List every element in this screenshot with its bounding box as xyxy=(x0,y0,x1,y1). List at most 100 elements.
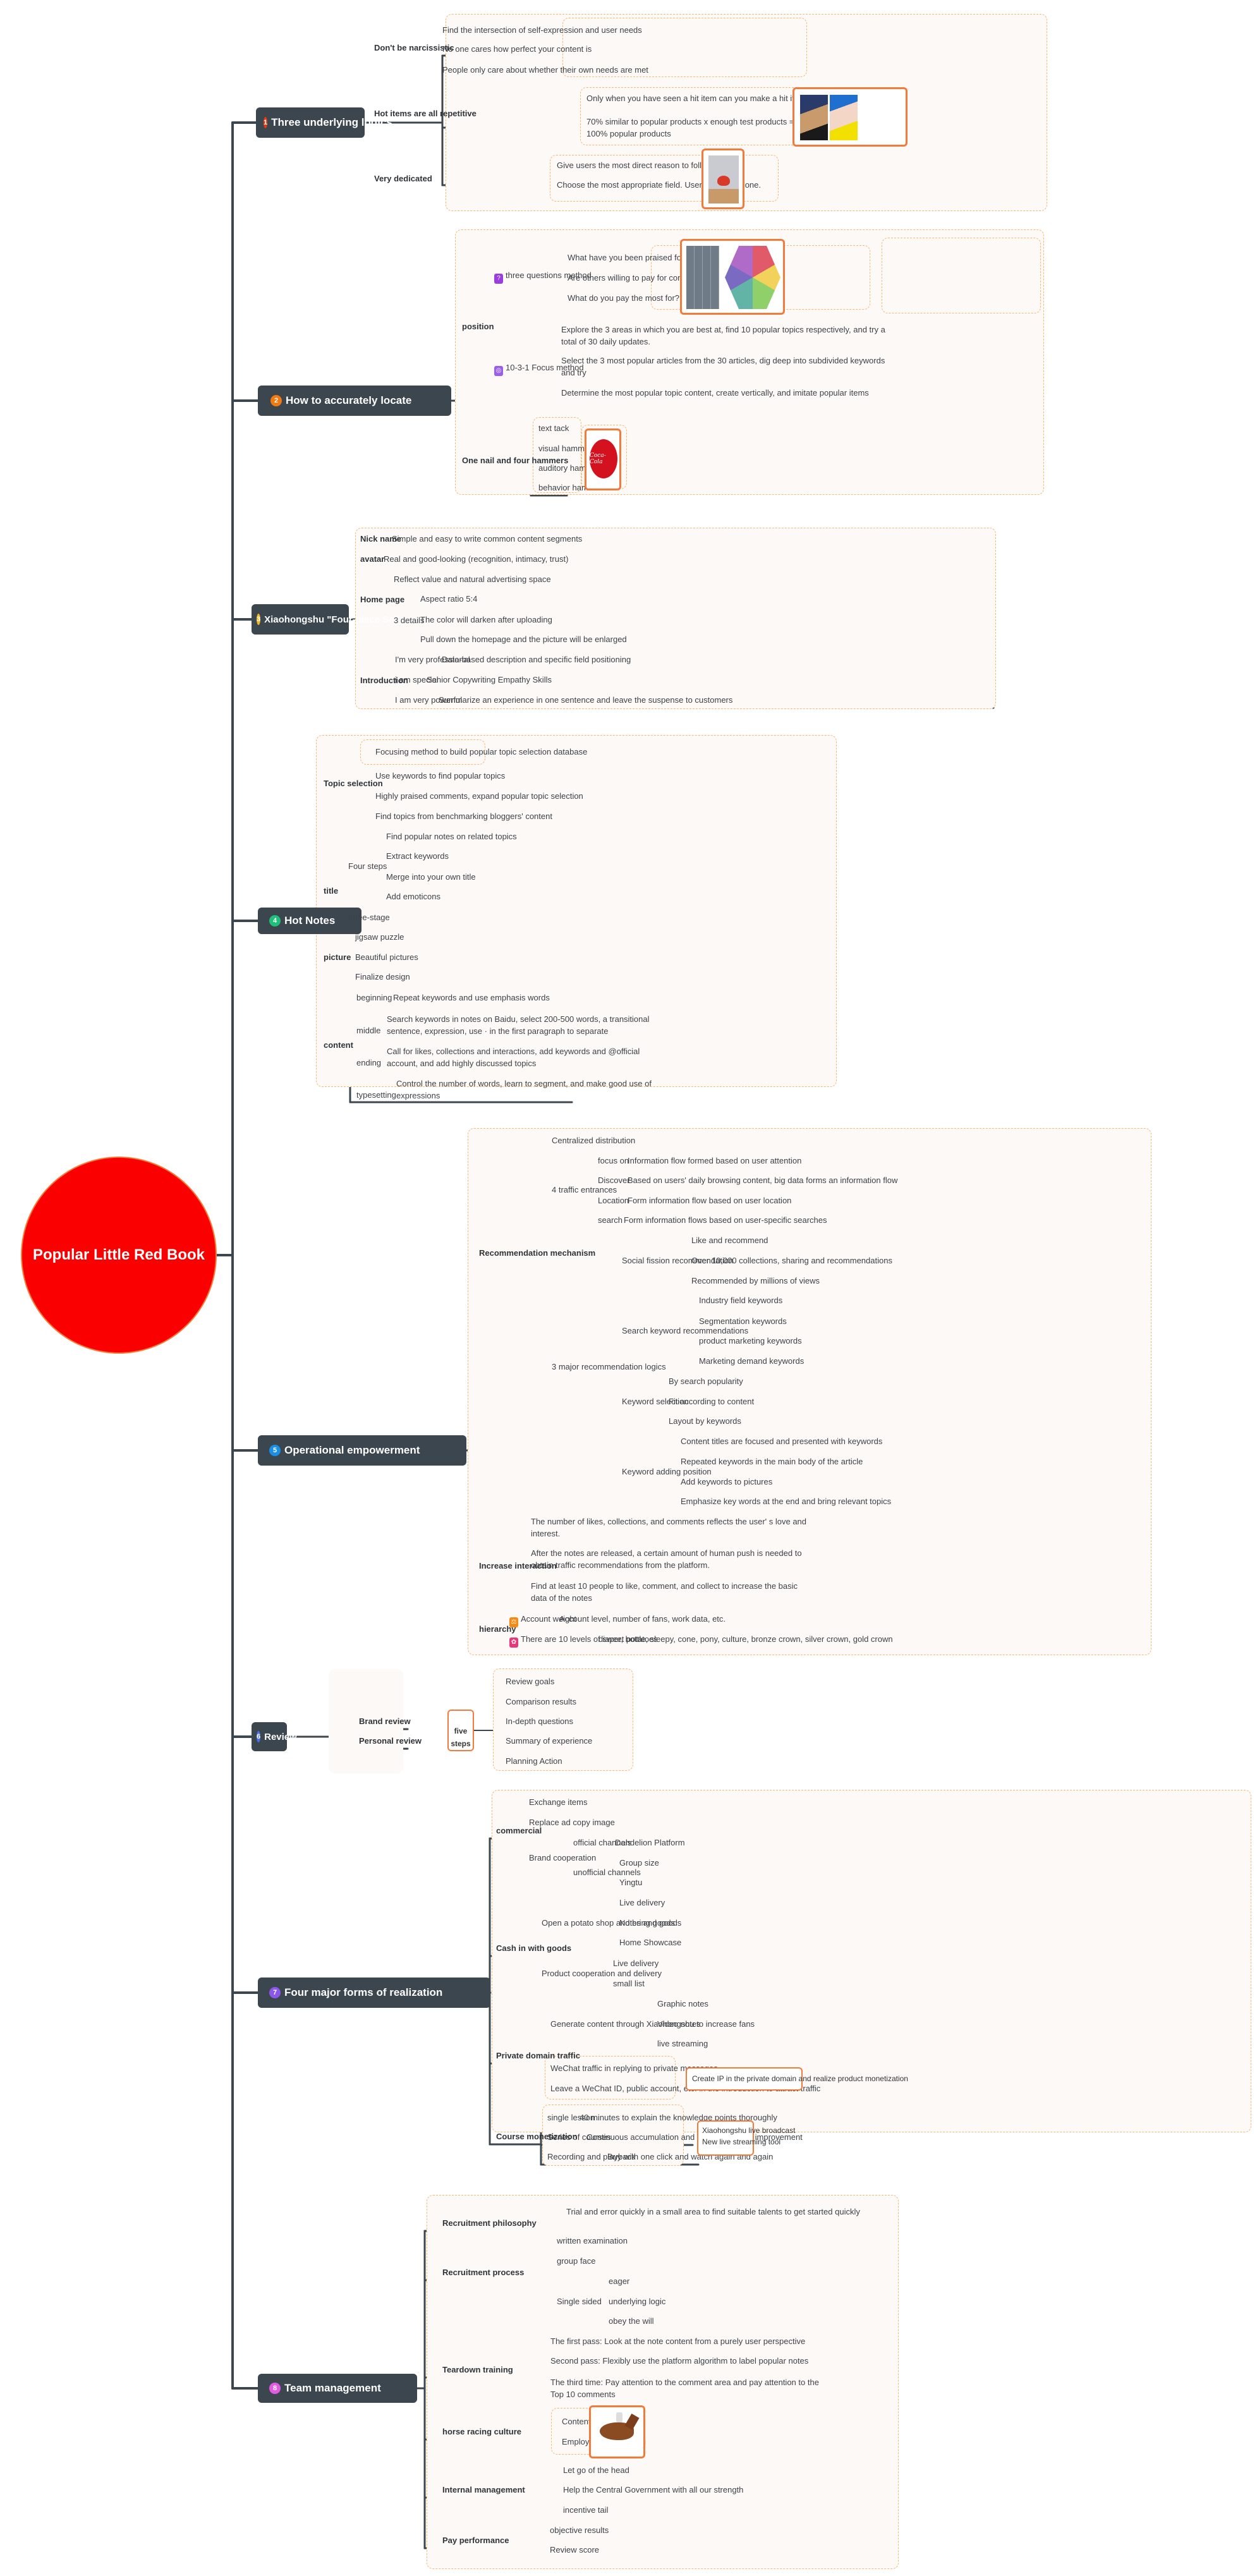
leaf-item[interactable]: three-stage xyxy=(348,913,390,923)
leaf-value[interactable]: Based on users' daily browsing content, … xyxy=(628,1176,897,1186)
leaf-item[interactable]: Emphasize key words at the end and bring… xyxy=(681,1497,891,1507)
branch-picture[interactable]: picture xyxy=(324,952,351,962)
leaf-item[interactable]: The color will darken after uploading xyxy=(420,615,552,625)
leaf-item[interactable]: Find popular notes on related topics xyxy=(386,832,517,842)
leaf-item[interactable]: Repeated keywords in the main body of th… xyxy=(681,1457,863,1467)
leaf-item[interactable]: Graphic notes xyxy=(657,1999,708,2009)
topic-team-management[interactable]: 8 Team management xyxy=(258,2374,417,2403)
leaf-item[interactable]: live streaming xyxy=(657,2039,708,2049)
leaf-item[interactable]: Help the Central Government with all our… xyxy=(563,2485,743,2495)
leaf-item[interactable]: Fit according to content xyxy=(669,1397,754,1407)
branch-search-keyword[interactable]: Search keyword recommendations xyxy=(622,1326,748,1336)
leaf-item[interactable]: focus on xyxy=(598,1156,629,1166)
topic-four-piece-set[interactable]: 3 Xiaohongshu "Four-piece Set" xyxy=(252,604,402,635)
leaf-item[interactable]: Live delivery xyxy=(613,1959,659,1969)
leaf-item[interactable]: underlying logic xyxy=(609,2297,665,2307)
leaf-item[interactable]: 70% similar to popular products x enough… xyxy=(586,116,814,140)
topic-how-to-accurately-locate[interactable]: 2 How to accurately locate xyxy=(258,386,451,416)
branch-recommendation-mechanism[interactable]: Recommendation mechanism xyxy=(479,1248,595,1258)
leaf-item[interactable]: Notes and goods xyxy=(619,1918,681,1928)
branch-brand-review[interactable]: Brand review xyxy=(359,1716,411,1726)
leaf-item[interactable]: Second pass: Flexibly use the platform a… xyxy=(550,2356,808,2366)
leaf-item[interactable]: objective results xyxy=(550,2525,609,2536)
branch-personal-review[interactable]: Personal review xyxy=(359,1736,422,1746)
branch-topic-selection[interactable]: Topic selection xyxy=(324,779,383,788)
leaf-item[interactable]: eager xyxy=(609,2276,629,2287)
leaf-item[interactable]: middle xyxy=(356,1026,380,1036)
leaf-item[interactable]: People only care about whether their own… xyxy=(442,65,648,75)
leaf-item[interactable]: The first pass: Look at the note content… xyxy=(550,2336,805,2347)
branch-title[interactable]: title xyxy=(324,886,338,896)
leaf-item[interactable]: Use keywords to find popular topics xyxy=(375,771,505,781)
leaf-item[interactable]: typesetting xyxy=(356,1090,396,1100)
leaf-item[interactable]: Industry field keywords xyxy=(699,1296,782,1306)
topic-operational-empowerment[interactable]: 5 Operational empowerment xyxy=(258,1435,466,1466)
branch-keyword-adding-position[interactable]: Keyword adding position xyxy=(622,1467,712,1477)
leaf-item[interactable]: Layout by keywords xyxy=(669,1416,741,1426)
leaf-item[interactable]: Segmentation keywords xyxy=(699,1316,787,1327)
leaf-item[interactable]: Home Showcase xyxy=(619,1938,681,1948)
leaf-item[interactable]: Planning Action xyxy=(506,1756,562,1766)
leaf-item[interactable]: No one cares how perfect your content is xyxy=(442,44,592,54)
leaf-value[interactable]: Form information flows based on user-spe… xyxy=(624,1215,827,1225)
branch-four-steps[interactable]: Four steps xyxy=(348,861,387,872)
leaf-item[interactable]: jigsaw puzzle xyxy=(355,932,404,942)
leaf-item[interactable]: Simple and easy to write common content … xyxy=(392,534,582,544)
leaf-item[interactable]: Recommended by millions of views xyxy=(691,1276,820,1286)
leaf-item[interactable]: Select the 3 most popular articles from … xyxy=(561,355,890,379)
leaf-value[interactable]: Information flow formed based on user at… xyxy=(628,1156,801,1166)
branch-private-domain-traffic[interactable]: Private domain traffic xyxy=(496,2051,580,2060)
branch-very-dedicated[interactable]: Very dedicated xyxy=(374,174,432,183)
private-domain-callout[interactable]: Create IP in the private domain and real… xyxy=(686,2067,908,2091)
leaf-item[interactable]: Video notes xyxy=(657,2019,700,2029)
leaf-item[interactable]: Review score xyxy=(550,2545,599,2555)
leaf-value[interactable]: Form information flow based on user loca… xyxy=(628,1196,791,1206)
leaf-value[interactable]: Senior Copywriting Empathy Skills xyxy=(427,675,552,685)
leaf-value[interactable]: Search keywords in notes on Baidu, selec… xyxy=(387,1013,665,1037)
branch-teardown-training[interactable]: Teardown training xyxy=(442,2365,513,2374)
leaf-item[interactable]: Finalize design xyxy=(355,972,410,982)
branch-single-sided[interactable]: Single sided xyxy=(557,2297,602,2307)
branch-position[interactable]: position xyxy=(462,322,494,331)
leaf-item[interactable]: The third time: Pay attention to the com… xyxy=(550,2376,829,2400)
leaf-item[interactable]: Exchange items xyxy=(529,1797,588,1807)
leaf-value[interactable]: Account level, number of fans, work data… xyxy=(559,1614,726,1624)
leaf-item[interactable]: Extract keywords xyxy=(386,851,449,861)
leaf-value[interactable]: Call for likes, collections and interact… xyxy=(387,1045,665,1069)
leaf-item[interactable]: Explore the 3 areas in which you are bes… xyxy=(561,324,890,348)
leaf-item[interactable]: incentive tail xyxy=(563,2505,609,2515)
leaf-item[interactable]: beginning xyxy=(356,993,392,1003)
leaf-item[interactable]: product marketing keywords xyxy=(699,1336,802,1346)
leaf-value[interactable]: Repeat keywords and use emphasis words xyxy=(393,993,550,1003)
branch-generate-content[interactable]: Generate content through Xiaohongshu to … xyxy=(550,2019,755,2029)
leaf-item[interactable]: By search popularity xyxy=(669,1376,743,1387)
leaf-item[interactable]: Pull down the homepage and the picture w… xyxy=(420,635,627,645)
leaf-value[interactable]: Summarize an experience in one sentence … xyxy=(439,695,732,705)
topic-review[interactable]: 6 Review xyxy=(252,1722,297,1751)
branch-unofficial-channels[interactable]: unofficial channels xyxy=(573,1868,641,1878)
leaf-item[interactable]: Content titles are focused and presented… xyxy=(681,1437,882,1447)
leaf-item[interactable]: Add emoticons xyxy=(386,892,440,902)
leaf-item[interactable]: Over 10,000 collections, sharing and rec… xyxy=(691,1256,892,1266)
leaf-item[interactable]: text tack xyxy=(538,423,569,434)
branch-pay-performance[interactable]: Pay performance xyxy=(442,2536,509,2545)
leaf-item[interactable]: Focusing method to build popular topic s… xyxy=(375,747,587,757)
leaf-item[interactable]: Let go of the head xyxy=(563,2465,629,2476)
leaf-item[interactable]: Group size xyxy=(619,1858,659,1868)
leaf-item[interactable]: group face xyxy=(557,2256,595,2266)
leaf-item[interactable]: obey the will xyxy=(609,2316,654,2326)
topic-four-major-forms-of-realization[interactable]: 7 Four major forms of realization xyxy=(258,1978,490,2008)
branch-avatar[interactable]: avatar xyxy=(360,554,384,564)
leaf-item[interactable]: visual hammer xyxy=(538,444,592,454)
branch-product-cooperation[interactable]: Product cooperation and delivery xyxy=(542,1969,662,1979)
leaf-item[interactable]: Comparison results xyxy=(506,1697,576,1707)
leaf-value[interactable]: Control the number of words, learn to se… xyxy=(396,1078,662,1102)
branch-recruitment-process[interactable]: Recruitment process xyxy=(442,2268,524,2277)
leaf-item[interactable]: Find topics from benchmarking bloggers' … xyxy=(375,811,552,822)
leaf-item[interactable]: Dandelion Platform xyxy=(615,1838,685,1848)
branch-cash-in-with-goods[interactable]: Cash in with goods xyxy=(496,1943,571,1953)
leaf-item[interactable]: Beautiful pictures xyxy=(355,952,418,963)
leaf-value[interactable]: diaper, bottle, sleepy, cone, pony, cult… xyxy=(598,1634,893,1644)
leaf-item[interactable]: In-depth questions xyxy=(506,1716,573,1727)
branch-internal-management[interactable]: Internal management xyxy=(442,2485,525,2494)
